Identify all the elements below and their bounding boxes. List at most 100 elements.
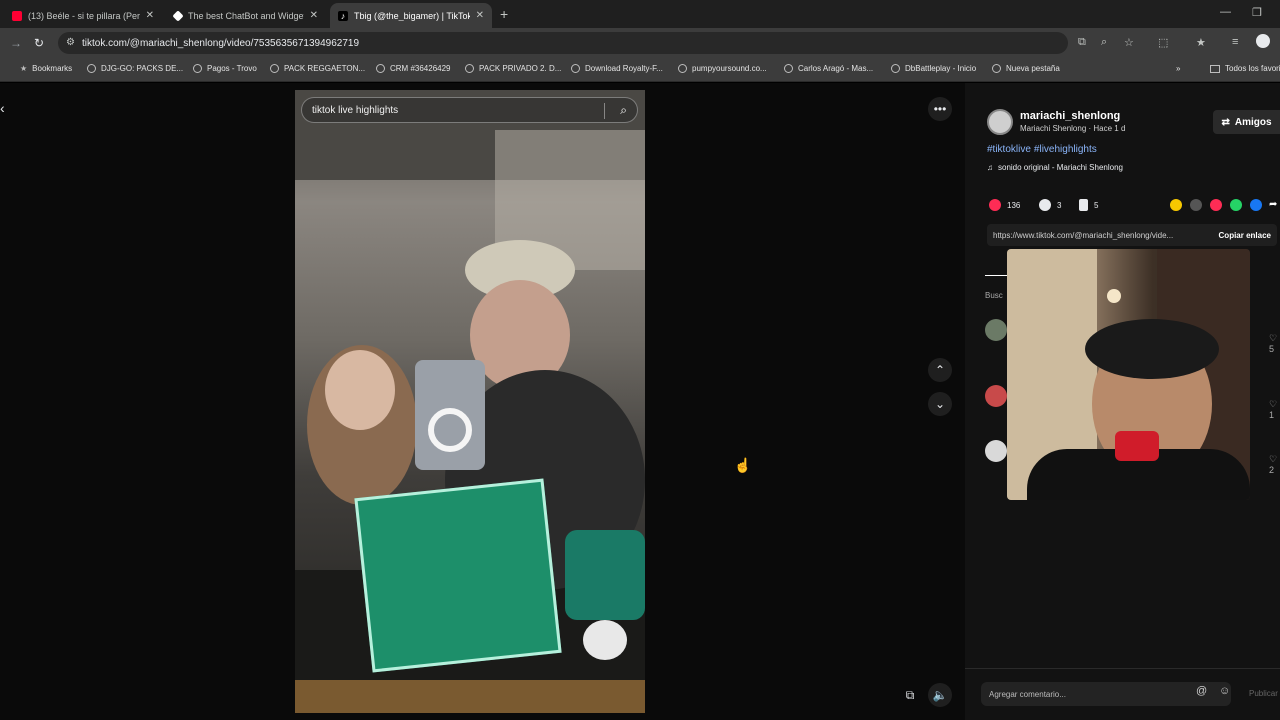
- post-button[interactable]: Publicar: [1249, 689, 1278, 698]
- bookmark-item[interactable]: PACK PRIVADO 2. D...: [465, 64, 561, 73]
- comment-like[interactable]: ♡ 5: [1269, 333, 1277, 354]
- url-field[interactable]: ⚙ tiktok.com/@mariachi_shenlong/video/75…: [58, 32, 1068, 54]
- embed-icon[interactable]: [1190, 199, 1202, 211]
- comment-like[interactable]: ♡ 1: [1269, 399, 1277, 420]
- globe-icon: [193, 64, 202, 73]
- video-search-bar[interactable]: tiktok live highlights ⌕: [301, 97, 638, 123]
- site-settings-icon[interactable]: ⚙: [66, 37, 75, 48]
- other-bookmarks[interactable]: Todos los favoritos: [1210, 64, 1280, 73]
- bookmark-item[interactable]: CRM #36426429: [376, 64, 450, 73]
- bookmark-star-icon[interactable]: ☆: [1124, 36, 1134, 49]
- share-arrow-icon[interactable]: ➦: [1269, 199, 1280, 211]
- tab-youtube[interactable]: (13) Beéle - si te pillara (Perform ✕: [4, 3, 162, 28]
- bookmark-item[interactable]: Carlos Aragó - Mas...: [784, 64, 873, 73]
- pip-icon[interactable]: ⧉: [898, 683, 922, 707]
- tab-indicator: [985, 275, 1007, 276]
- close-icon[interactable]: ✕: [310, 10, 318, 21]
- star-icon: ★: [20, 64, 28, 73]
- copy-link-button[interactable]: Copiar enlace: [1219, 231, 1271, 240]
- extensions-icon[interactable]: ⬚: [1158, 36, 1168, 49]
- whatsapp-icon[interactable]: [1230, 199, 1242, 211]
- bookmark-label: Bookmarks: [32, 64, 73, 73]
- bookmark-item[interactable]: Pagos - Trovo: [193, 64, 257, 73]
- cast-icon[interactable]: ⧉: [1078, 36, 1086, 49]
- forward-icon[interactable]: →: [10, 36, 22, 50]
- comment-like[interactable]: ♡ 2: [1269, 454, 1277, 475]
- bookmark-item[interactable]: PACK REGGAETON...: [270, 64, 365, 73]
- video-player[interactable]: tiktok live highlights ⌕: [295, 90, 645, 713]
- globe-icon: [465, 64, 474, 73]
- search-text: tiktok live highlights: [312, 104, 399, 116]
- video-link[interactable]: https://www.tiktok.com/@mariachi_shenlon…: [993, 231, 1173, 240]
- facebook-icon[interactable]: [1250, 199, 1262, 211]
- comment-button[interactable]: 3: [1039, 199, 1061, 211]
- media-icon[interactable]: ≡: [1232, 36, 1238, 48]
- tab-chatbot[interactable]: The best ChatBot and Widgets ✕: [166, 3, 326, 28]
- green-object: [565, 530, 645, 620]
- tab-title: (13) Beéle - si te pillara (Perform: [28, 10, 140, 21]
- bookmark-item[interactable]: Download Royalty-F...: [571, 64, 663, 73]
- more-bookmarks-icon[interactable]: »: [1176, 64, 1180, 73]
- back-arrow-icon[interactable]: ‹: [0, 100, 5, 116]
- comment-icon: [1039, 199, 1051, 211]
- minimize-icon[interactable]: —: [1220, 6, 1231, 18]
- bookmark-item[interactable]: ★ Bookmarks: [20, 64, 72, 73]
- avatar[interactable]: [985, 385, 1007, 407]
- emoji-icon[interactable]: ☺: [1219, 685, 1230, 697]
- mouse-cursor-icon: ☝: [734, 457, 752, 473]
- previous-video-button[interactable]: ⌃: [928, 358, 952, 382]
- bookmark-item[interactable]: DJG-GO: PACKS DE...: [87, 64, 183, 73]
- search-icon[interactable]: ⌕: [620, 103, 627, 118]
- swap-icon: ⇄: [1221, 116, 1230, 128]
- globe-icon: [784, 64, 793, 73]
- avatar[interactable]: [987, 109, 1013, 135]
- profile-avatar[interactable]: [1256, 34, 1270, 48]
- sound-link[interactable]: ♫ sonido original - Mariachi Shenlong: [987, 163, 1123, 172]
- volume-icon[interactable]: 🔈: [928, 683, 952, 707]
- comment-placeholder: Agregar comentario...: [989, 689, 1066, 699]
- reload-icon[interactable]: ↻: [34, 36, 44, 50]
- globe-icon: [270, 64, 279, 73]
- table-edge: [295, 680, 645, 713]
- bookmark-label: PACK REGGAETON...: [284, 64, 366, 73]
- heart-outline-icon: ♡: [1269, 454, 1278, 464]
- repost-icon[interactable]: [1170, 199, 1182, 211]
- next-video-button[interactable]: ⌄: [928, 392, 952, 416]
- bookmark-label: PACK PRIVADO 2. D...: [479, 64, 562, 73]
- avatar[interactable]: [985, 440, 1007, 462]
- bookmark-label: Nueva pestaña: [1006, 64, 1060, 73]
- bookmark-item[interactable]: pumpyoursound.co...: [678, 64, 767, 73]
- globe-icon: [571, 64, 580, 73]
- globe-icon: [992, 64, 1001, 73]
- url-text: tiktok.com/@mariachi_shenlong/video/7535…: [82, 37, 360, 49]
- like-count: 136: [1007, 200, 1021, 210]
- sound-label: sonido original - Mariachi Shenlong: [998, 163, 1123, 172]
- tab-title: Tbig (@the_bigamer) | TikTok: [354, 10, 470, 21]
- hashtag[interactable]: #livehighlights: [1034, 144, 1097, 155]
- comment-input[interactable]: Agregar comentario...: [981, 682, 1231, 706]
- bookmark-item[interactable]: Nueva pestaña: [992, 64, 1060, 73]
- bookmark-item[interactable]: DbBattleplay - Inicio: [891, 64, 976, 73]
- username[interactable]: mariachi_shenlong: [1020, 110, 1120, 122]
- more-options-icon[interactable]: •••: [928, 97, 952, 121]
- mention-icon[interactable]: @: [1196, 685, 1207, 697]
- tab-bar: (13) Beéle - si te pillara (Perform ✕ Th…: [0, 0, 1280, 28]
- maximize-icon[interactable]: ❐: [1252, 6, 1262, 19]
- close-icon[interactable]: ✕: [146, 10, 154, 21]
- hashtag[interactable]: #tiktoklive: [987, 144, 1031, 155]
- tab-tiktok[interactable]: ♪ Tbig (@the_bigamer) | TikTok ✕: [330, 3, 492, 28]
- zoom-icon[interactable]: ⌕: [1101, 36, 1107, 49]
- avatar[interactable]: [985, 319, 1007, 341]
- globe-icon: [376, 64, 385, 73]
- save-button[interactable]: 5: [1079, 199, 1098, 211]
- favorites-icon[interactable]: ★: [1196, 36, 1206, 49]
- globe-icon: [678, 64, 687, 73]
- like-button[interactable]: 136: [989, 199, 1020, 211]
- green-plaque: [354, 478, 562, 673]
- bookmark-label: DbBattleplay - Inicio: [905, 64, 977, 73]
- divider: [604, 103, 605, 119]
- new-tab-button[interactable]: +: [500, 6, 508, 22]
- close-icon[interactable]: ✕: [476, 10, 484, 21]
- amigos-button[interactable]: ⇄ Amigos: [1213, 110, 1280, 134]
- send-icon[interactable]: [1210, 199, 1222, 211]
